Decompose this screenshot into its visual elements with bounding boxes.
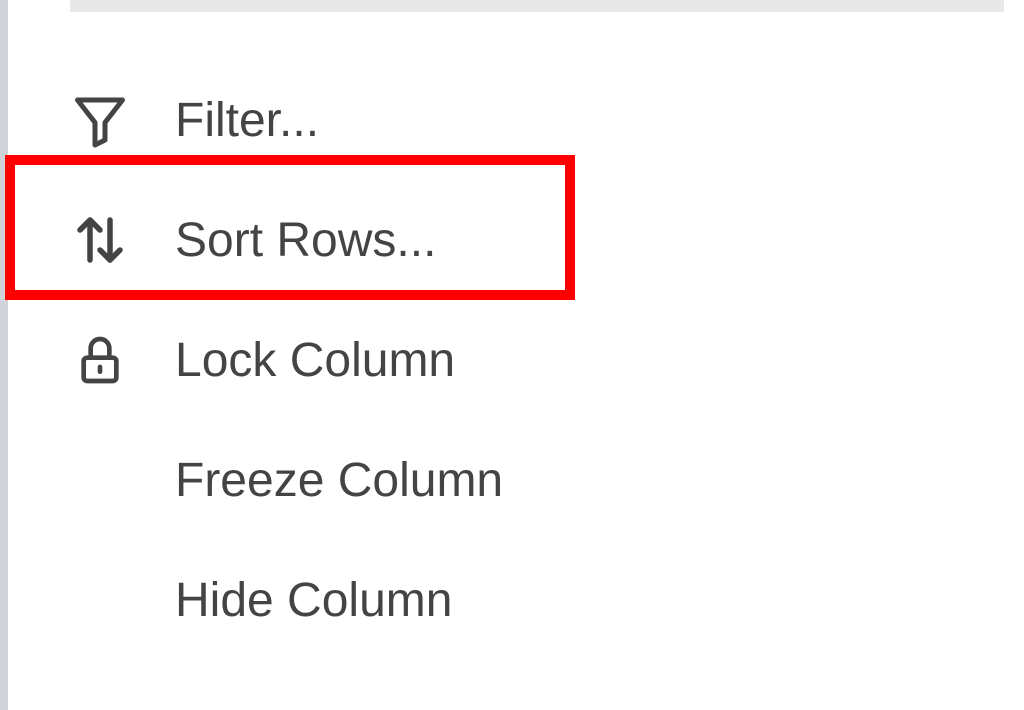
top-bar: [70, 0, 1004, 12]
sort-rows-item[interactable]: Sort Rows...: [15, 180, 1024, 300]
lock-column-item[interactable]: Lock Column: [15, 300, 1024, 420]
context-menu: Filter... Sort Rows... Lock Column Freez…: [15, 60, 1024, 660]
left-border: [0, 0, 8, 710]
blank-icon: [65, 570, 135, 630]
hide-column-label: Hide Column: [175, 573, 452, 628]
freeze-column-item[interactable]: Freeze Column: [15, 420, 1024, 540]
lock-icon: [65, 330, 135, 390]
lock-column-label: Lock Column: [175, 333, 455, 388]
filter-icon: [65, 90, 135, 150]
freeze-column-label: Freeze Column: [175, 453, 503, 508]
sort-rows-label: Sort Rows...: [175, 213, 436, 268]
blank-icon: [65, 450, 135, 510]
filter-item[interactable]: Filter...: [15, 60, 1024, 180]
hide-column-item[interactable]: Hide Column: [15, 540, 1024, 660]
filter-label: Filter...: [175, 93, 319, 148]
sort-icon: [65, 210, 135, 270]
